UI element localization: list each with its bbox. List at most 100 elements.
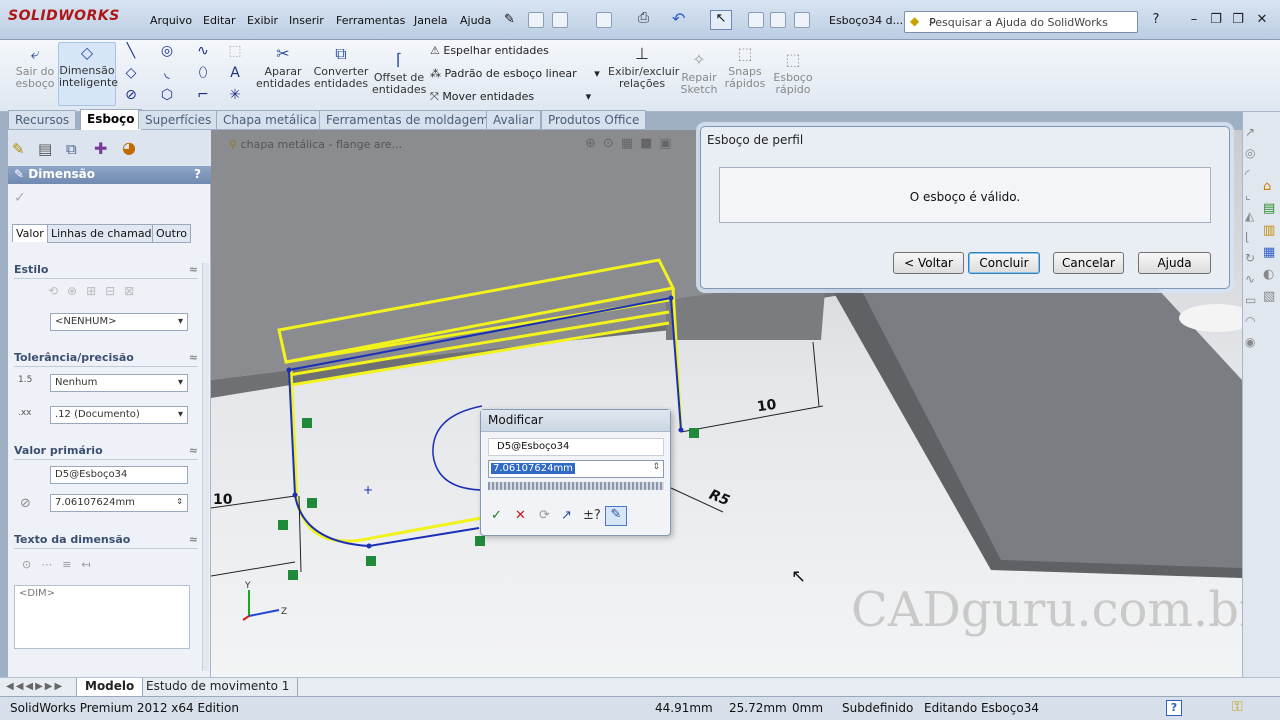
menu-arquivo[interactable]: Arquivo bbox=[150, 14, 192, 27]
search-icon[interactable]: ⌕ bbox=[929, 13, 1119, 29]
spline-icon[interactable]: ∿ bbox=[194, 42, 212, 60]
custom-props-icon[interactable]: ▧ bbox=[1263, 286, 1279, 308]
eye-icon[interactable]: ◉ bbox=[1245, 332, 1261, 353]
spin-icon[interactable]: ⇕ bbox=[652, 462, 660, 472]
back-button[interactable]: < Voltar bbox=[893, 252, 964, 274]
section-primary-header[interactable]: Valor primário ≈ bbox=[14, 444, 198, 460]
display-style-icon[interactable]: ▣ bbox=[659, 136, 678, 151]
tab-esboco[interactable]: Esboço bbox=[80, 109, 142, 130]
tolerance-select[interactable]: Nenhum ▾ bbox=[50, 374, 188, 392]
view-orient-icon[interactable]: ■ bbox=[640, 136, 659, 151]
mark-for-drawing-icon[interactable]: ✎ bbox=[605, 506, 627, 526]
tab-produtos-office[interactable]: Produtos Office bbox=[541, 110, 647, 129]
modify-title-bar[interactable]: Modificar bbox=[481, 410, 670, 432]
minimize-button[interactable]: – bbox=[1184, 12, 1204, 30]
tab-estudo-movimento[interactable]: Estudo de movimento 1 bbox=[138, 678, 299, 696]
primary-value-field[interactable]: 7.06107624mm ⇕ bbox=[50, 494, 188, 512]
dimension-top[interactable]: 10 bbox=[756, 397, 778, 416]
zoom-area-icon[interactable]: ⊙ bbox=[603, 136, 621, 151]
text-icon[interactable]: A bbox=[226, 64, 244, 82]
slot-icon[interactable]: ⊘ bbox=[122, 86, 140, 104]
circle-tool-icon[interactable]: ◎ bbox=[1245, 143, 1261, 164]
display-relations-button[interactable]: ⊥ Exibir/excluir relações bbox=[608, 44, 679, 90]
rapid-sketch-button[interactable]: ⬚ Esboço rápido bbox=[770, 50, 816, 96]
file-props-icon[interactable] bbox=[770, 12, 786, 28]
doc-restore-button[interactable]: ❐ bbox=[1228, 12, 1248, 30]
undo-icon[interactable]: ↶ bbox=[672, 9, 685, 28]
pm-help-button[interactable]: ? bbox=[194, 167, 201, 181]
cancel-button[interactable]: Cancelar bbox=[1053, 252, 1124, 274]
pm-tab-linhas[interactable]: Linhas de chamada bbox=[47, 224, 163, 243]
move-entities-button[interactable]: ⤧ Mover entidades ▾ bbox=[430, 88, 600, 111]
save-icon[interactable] bbox=[596, 12, 612, 28]
precision-select[interactable]: .12 (Documento) ▾ bbox=[50, 406, 188, 424]
menu-editar[interactable]: Editar bbox=[203, 14, 236, 27]
section-view-icon[interactable]: ▦ bbox=[621, 136, 640, 151]
menu-ajuda[interactable]: Ajuda bbox=[460, 14, 491, 27]
rectangle-icon[interactable]: ◇ bbox=[122, 64, 140, 82]
mark-dimension-icon[interactable]: ±? bbox=[583, 508, 601, 523]
pm-tab-valor[interactable]: Valor bbox=[12, 224, 48, 242]
section-text-header[interactable]: Texto da dimensão ≈ bbox=[14, 533, 198, 549]
heads-up-toolbar[interactable]: ⊕⊙▦■▣ bbox=[585, 136, 679, 151]
tab-nav-icons[interactable]: ◀◀◀▶▶▶ bbox=[6, 681, 64, 692]
collapse-icon[interactable]: ≈ bbox=[189, 351, 198, 364]
modify-value-input[interactable]: 7.06107624mm ⇕ bbox=[488, 460, 664, 478]
chevron-down-icon[interactable]: ▾ bbox=[586, 90, 592, 103]
ok-check-icon[interactable]: ✓ bbox=[14, 190, 26, 206]
linear-pattern-button[interactable]: ⁂ Padrão de esboço linear ▾ bbox=[430, 65, 600, 88]
corner-icon[interactable]: ⌞ bbox=[1245, 185, 1261, 206]
dimension-text-area[interactable]: <DIM> bbox=[14, 585, 190, 649]
tab-ferramentas-moldagem[interactable]: Ferramentas de moldagem bbox=[319, 110, 496, 129]
rebuild-icon[interactable]: ⟳ bbox=[539, 508, 550, 523]
tab-recursos[interactable]: Recursos bbox=[8, 110, 77, 129]
status-help-icon[interactable]: ? bbox=[1166, 700, 1182, 716]
menu-janela[interactable]: Janela bbox=[414, 14, 448, 27]
tab-modelo[interactable]: Modelo bbox=[76, 678, 144, 696]
style-select[interactable]: <NENHUM> ▾ bbox=[50, 313, 188, 331]
finish-button[interactable]: Concluir bbox=[968, 252, 1040, 274]
collapse-icon[interactable]: ≈ bbox=[189, 444, 198, 457]
plane-icon[interactable]: ⬚ bbox=[226, 42, 244, 60]
dimension-left[interactable]: 10 bbox=[213, 492, 232, 508]
repair-sketch-button[interactable]: ✧ Repair Sketch bbox=[678, 50, 720, 96]
zoom-fit-icon[interactable]: ⊕ bbox=[585, 136, 603, 151]
reset-spin-icon[interactable]: ↗ bbox=[561, 508, 572, 523]
home-icon[interactable]: ⌂ bbox=[1263, 176, 1279, 198]
restore-button[interactable]: ❐ bbox=[1206, 12, 1226, 30]
point-icon[interactable]: ✳ bbox=[226, 86, 244, 104]
convert-entities-button[interactable]: ⧉ Converter entidades bbox=[312, 44, 370, 90]
design-library-icon[interactable]: ▤ bbox=[1263, 198, 1279, 220]
rotate-icon[interactable]: ↻ bbox=[1245, 248, 1261, 269]
trim-entities-button[interactable]: ✂ Aparar entidades bbox=[256, 44, 310, 90]
property-manager-icon[interactable]: ▤ bbox=[38, 140, 52, 158]
rebuild-status-icon[interactable]: ⚿ bbox=[1232, 699, 1243, 715]
tab-chapa-metalica[interactable]: Chapa metálica bbox=[216, 110, 324, 129]
mirror-entities-button[interactable]: ⚠ Espelhar entidades bbox=[430, 42, 600, 65]
tab-avaliar[interactable]: Avaliar bbox=[486, 110, 541, 129]
help-button[interactable]: Ajuda bbox=[1138, 252, 1211, 274]
collapse-icon[interactable]: ≈ bbox=[189, 263, 198, 276]
quick-snaps-button[interactable]: ⬚ Snaps rápidos bbox=[722, 44, 768, 90]
solidworks-logo[interactable]: SOLIDWORKS bbox=[8, 8, 120, 24]
line-tool-icon[interactable]: ⌊ bbox=[1245, 227, 1261, 248]
configuration-icon[interactable]: ⧉ bbox=[66, 140, 77, 158]
fillet-tool-icon[interactable]: ◠ bbox=[1245, 311, 1261, 332]
close-button[interactable]: ✕ bbox=[1252, 12, 1272, 30]
appearances-icon[interactable]: ◐ bbox=[1263, 264, 1279, 286]
section-style-header[interactable]: Estilo ≈ bbox=[14, 263, 198, 279]
thumbwheel[interactable] bbox=[488, 482, 664, 490]
polygon-icon[interactable]: ⬡ bbox=[158, 86, 176, 104]
select-icon[interactable]: ↖ bbox=[710, 10, 732, 30]
primary-name-field[interactable]: D5@Esboço34 bbox=[50, 466, 188, 484]
pm-scrollbar[interactable] bbox=[202, 263, 209, 671]
pm-tab-outro[interactable]: Outro bbox=[152, 224, 191, 243]
open-icon[interactable] bbox=[552, 12, 568, 28]
display-manager-icon[interactable]: ◕ bbox=[122, 138, 136, 157]
arrow-icon[interactable]: ↗ bbox=[1245, 122, 1261, 143]
new-doc-icon[interactable] bbox=[528, 12, 544, 28]
help-search-input[interactable]: ◆ Pesquisar a Ajuda do SolidWorks ⌕ bbox=[904, 11, 1138, 33]
tab-superficies[interactable]: Superfícies bbox=[138, 110, 219, 129]
view-palette-icon[interactable]: ▦ bbox=[1263, 242, 1279, 264]
rect-icon[interactable]: ▭ bbox=[1245, 290, 1261, 311]
